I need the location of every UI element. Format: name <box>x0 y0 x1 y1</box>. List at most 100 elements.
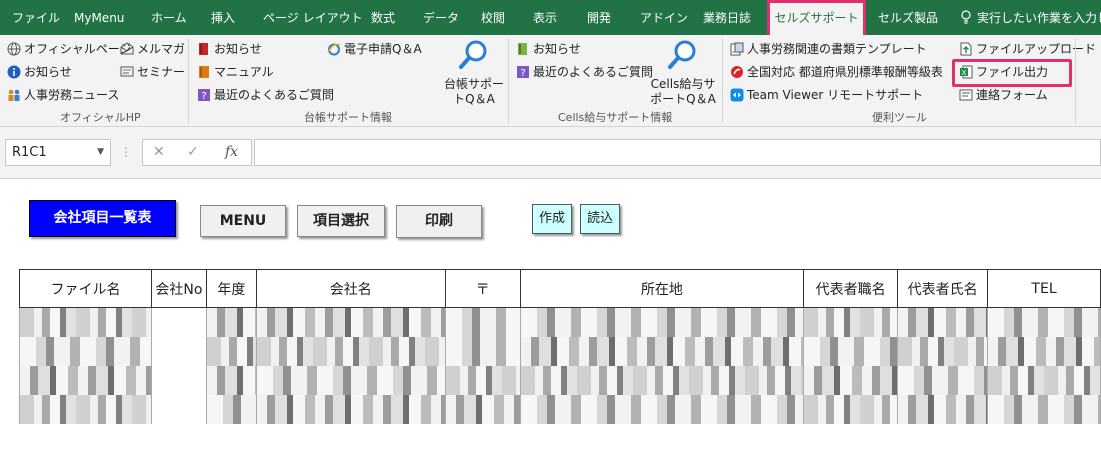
daicho-news-button[interactable]: お知らせ <box>197 39 262 59</box>
tab-developer[interactable]: 開発 <box>587 0 611 35</box>
daicho-faq-label: 最近のよくあるご質問 <box>214 88 335 102</box>
table-row[interactable] <box>19 366 1101 395</box>
column-header[interactable]: 会社No <box>150 269 207 308</box>
tab-page-layout[interactable]: ページ レイアウト <box>263 0 363 35</box>
tell-me-text: 実行したい作業を入力して <box>977 11 1101 25</box>
chevron-down-icon[interactable]: ▼ <box>97 140 104 165</box>
mail-magazine-label: メルマガ <box>137 42 186 56</box>
group-separator <box>188 39 189 123</box>
menu-button[interactable]: MENU <box>200 205 286 237</box>
document-template-icon <box>730 42 744 56</box>
svg-text:?: ? <box>201 91 206 102</box>
redacted-cell <box>20 337 151 366</box>
company-list-button[interactable]: 会社項目一覧表 <box>29 200 176 237</box>
column-header[interactable]: 代表者職名 <box>803 269 899 308</box>
seminar-button[interactable]: セミナー <box>120 62 185 82</box>
column-header[interactable]: TEL <box>987 269 1101 308</box>
mail-magazine-button[interactable]: メルマガ <box>120 39 185 59</box>
cells-kyuyo-support-qa-button[interactable]: Cells給与サポートQ＆A <box>648 39 718 107</box>
redacted-cell <box>445 308 520 337</box>
tab-cells-products[interactable]: セルズ製品 <box>878 0 938 35</box>
seminar-icon <box>120 66 134 77</box>
worksheet[interactable]: 会社項目一覧表 MENU 項目選択 印刷 作成 読込 ファイル名 会社No 年度… <box>0 180 1101 452</box>
redacted-cell <box>520 366 804 395</box>
redacted-cell <box>256 337 445 366</box>
tab-data[interactable]: データ <box>423 0 459 35</box>
orange-book-icon <box>199 66 209 78</box>
redacted-cell <box>445 395 520 424</box>
form-icon <box>959 89 973 101</box>
e-application-qa-button[interactable]: 電子申請Q＆A <box>327 39 422 59</box>
tab-file[interactable]: ファイル <box>12 0 60 35</box>
envelope-icon <box>120 42 134 55</box>
official-news-button[interactable]: お知らせ <box>7 62 72 82</box>
cells-kyuyo-news-button[interactable]: お知らせ <box>516 39 581 59</box>
team-viewer-button[interactable]: Team Viewer リモートサポート <box>730 85 923 105</box>
ribbon-panel: オフィシャルページ メルマガ お知らせ セミナー 人事労務ニュース オフィシャル… <box>0 35 1101 127</box>
redacted-cell <box>20 308 151 337</box>
standard-salary-table-button[interactable]: 全国対応 都道府県別標準報酬等級表 <box>730 62 943 82</box>
group-separator <box>722 39 723 123</box>
column-header[interactable]: 代表者氏名 <box>897 269 989 308</box>
table-row[interactable] <box>19 395 1101 424</box>
daicho-support-qa-button[interactable]: 台帳サポートQ＆A <box>441 39 507 107</box>
ie-browser-icon <box>327 43 341 56</box>
check-icon[interactable]: ✓ <box>187 144 199 160</box>
load-button[interactable]: 読込 <box>580 204 620 234</box>
redacted-cell <box>520 337 804 366</box>
redacted-cell <box>804 337 898 366</box>
column-header[interactable]: 所在地 <box>519 269 805 308</box>
hr-news-label: 人事労務ニュース <box>24 88 120 102</box>
tell-me-box[interactable]: 実行したい作業を入力して <box>960 0 1101 35</box>
tab-cells-support[interactable]: セルズサポート <box>767 0 866 35</box>
tab-view[interactable]: 表示 <box>533 0 557 35</box>
redacted-cell <box>804 366 898 395</box>
hr-document-templates-button[interactable]: 人事労務関連の書類テンプレート <box>730 39 927 59</box>
tab-addins[interactable]: アドイン <box>640 0 688 35</box>
table-row[interactable] <box>19 337 1101 366</box>
redacted-cell <box>256 395 445 424</box>
redacted-cell <box>898 395 988 424</box>
tab-business-log[interactable]: 業務日誌 <box>703 0 751 35</box>
table-row[interactable] <box>19 307 1101 337</box>
print-button[interactable]: 印刷 <box>396 205 482 238</box>
company-table: ファイル名 会社No 年度 会社名 〒 所在地 代表者職名 代表者氏名 TEL <box>19 269 1101 424</box>
column-header[interactable]: 会社名 <box>255 269 446 308</box>
create-button[interactable]: 作成 <box>532 204 572 234</box>
contact-form-label: 連絡フォーム <box>976 88 1048 102</box>
daicho-faq-button[interactable]: ? 最近のよくあるご質問 <box>197 85 334 105</box>
tab-home[interactable]: ホーム <box>151 0 187 35</box>
cells-kyuyo-faq-button[interactable]: ? 最近のよくあるご質問 <box>516 62 653 82</box>
redacted-cell <box>206 366 256 395</box>
drag-handle-icon[interactable]: ⋮ <box>120 145 132 159</box>
redacted-cell <box>206 308 256 337</box>
select-items-button[interactable]: 項目選択 <box>297 205 385 237</box>
tab-mymenu[interactable]: MyMenu <box>74 0 124 35</box>
standard-salary-table-label: 全国対応 都道府県別標準報酬等級表 <box>747 65 943 79</box>
file-upload-label: ファイルアップロード <box>976 42 1097 56</box>
redacted-cell <box>20 395 151 424</box>
tab-formulas[interactable]: 数式 <box>371 0 395 35</box>
table-header-row: ファイル名 会社No 年度 会社名 〒 所在地 代表者職名 代表者氏名 TEL <box>19 269 1101 308</box>
official-page-label: オフィシャルページ <box>24 42 132 56</box>
tab-insert[interactable]: 挿入 <box>211 0 235 35</box>
official-page-button[interactable]: オフィシャルページ <box>7 39 132 59</box>
excel-window: ファイル MyMenu ホーム 挿入 ページ レイアウト 数式 データ 校閲 表… <box>0 0 1101 452</box>
manual-button[interactable]: マニュアル <box>197 62 274 82</box>
tab-review[interactable]: 校閲 <box>481 0 505 35</box>
column-header[interactable]: ファイル名 <box>19 269 152 308</box>
svg-text:?: ? <box>520 68 525 79</box>
column-header[interactable]: 年度 <box>205 269 257 308</box>
cancel-icon[interactable]: ✕ <box>153 144 165 160</box>
manual-label: マニュアル <box>214 65 274 79</box>
insert-function-icon[interactable]: fx <box>225 144 238 160</box>
formula-input[interactable] <box>254 139 1101 166</box>
column-header[interactable]: 〒 <box>444 269 521 308</box>
cells-kyuyo-support-qa-label: Cells給与サポートQ＆A <box>650 77 716 106</box>
hr-news-button[interactable]: 人事労務ニュース <box>7 85 119 105</box>
redacted-cell <box>988 337 1100 366</box>
name-box[interactable]: R1C1 ▼ <box>5 139 111 166</box>
group-separator <box>508 39 509 123</box>
contact-form-button[interactable]: 連絡フォーム <box>959 85 1048 105</box>
redacted-cell <box>898 337 988 366</box>
